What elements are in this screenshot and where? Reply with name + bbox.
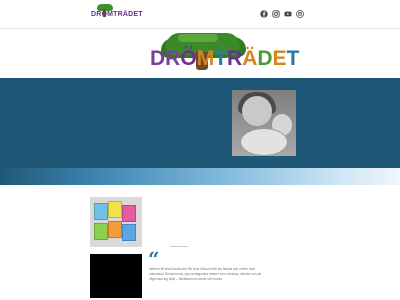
- logo-letter: R: [227, 47, 243, 70]
- logo-letter: R: [165, 47, 181, 70]
- logo-tree-highlight: [178, 34, 218, 42]
- books-image: [90, 197, 142, 247]
- main-logo[interactable]: DRÖMTRÄDET: [150, 45, 299, 70]
- logo-letter: E: [272, 47, 287, 70]
- book-cover: [94, 223, 108, 240]
- book-cover: [122, 224, 136, 241]
- section-divider: [170, 246, 188, 247]
- hero-section: [0, 78, 400, 168]
- hero-photo: [232, 90, 296, 156]
- gradient-stripe: [0, 168, 400, 185]
- book-cover: [108, 201, 122, 218]
- logo-letter: M: [196, 47, 215, 70]
- logo-letter: Ä: [242, 47, 258, 70]
- email-icon[interactable]: [296, 10, 304, 18]
- small-logo-link[interactable]: DRÖMTRÄDET: [91, 11, 143, 18]
- top-bar: DRÖMTRÄDET: [0, 0, 400, 29]
- book-cover: [122, 205, 136, 222]
- quote-text: Idéerna till sina barnböcker får Nina Ni…: [149, 267, 261, 281]
- logo-letter: D: [150, 47, 166, 70]
- instagram-icon[interactable]: [272, 10, 280, 18]
- logo-letter: T: [286, 47, 300, 70]
- logo-letter: D: [257, 47, 273, 70]
- quote-mark: “: [148, 247, 160, 271]
- photo-drum: [240, 128, 288, 156]
- facebook-icon[interactable]: [260, 10, 268, 18]
- video-player[interactable]: [90, 254, 142, 298]
- book-cover: [108, 221, 122, 238]
- logo-letter: Ö: [180, 47, 197, 70]
- small-logo-text: DRÖMTRÄDET: [91, 11, 143, 18]
- book-cover: [94, 203, 108, 220]
- photo-adult-face: [242, 96, 272, 126]
- youtube-icon[interactable]: [284, 10, 292, 18]
- logo-letter: T: [214, 47, 228, 70]
